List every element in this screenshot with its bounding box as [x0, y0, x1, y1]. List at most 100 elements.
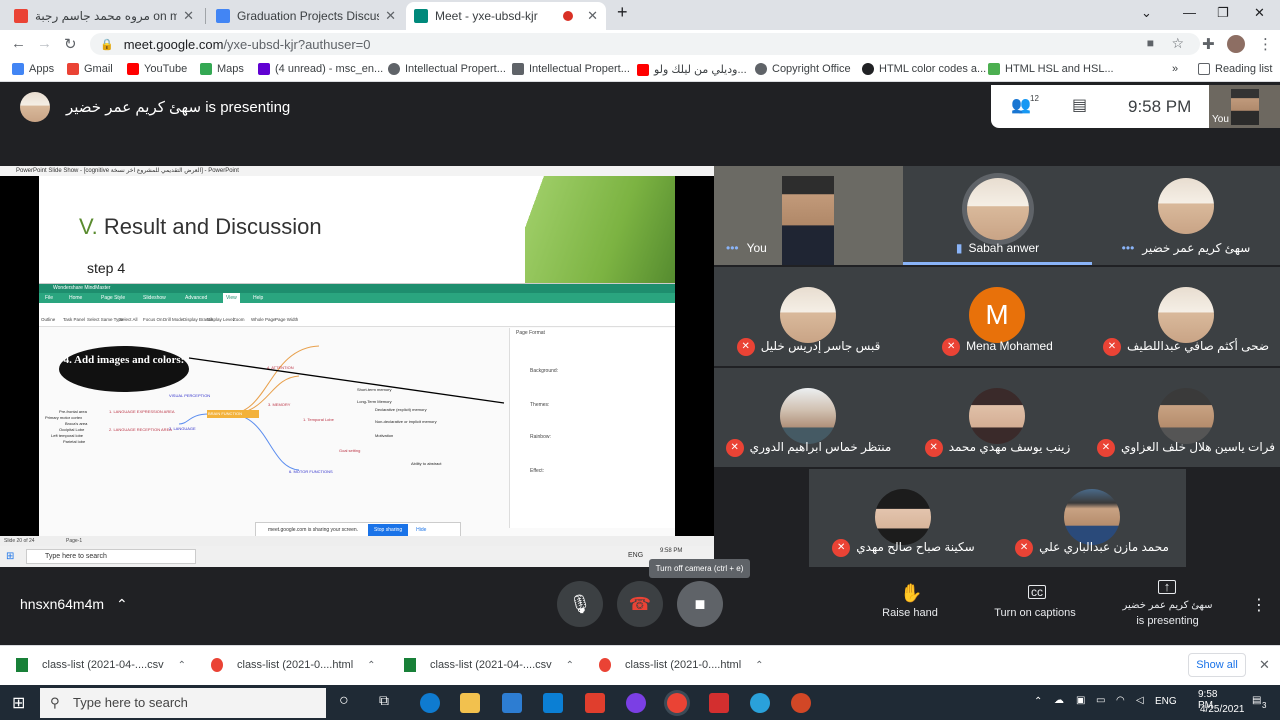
chevron-up-icon[interactable]: ⌃ — [178, 660, 186, 671]
star-icon[interactable]: ☆ — [1171, 35, 1184, 52]
raise-hand-icon[interactable]: ✋ — [900, 583, 922, 604]
download-item[interactable]: class-list (2021-0....html ⌃ — [211, 658, 376, 672]
profile-avatar[interactable] — [1227, 35, 1245, 53]
bookmark-apps[interactable]: Apps — [12, 63, 54, 75]
download-item[interactable]: class-list (2021-04-....csv ⌃ — [404, 658, 574, 672]
bookmark-html-colors[interactable]: HTML color codes a... — [862, 63, 986, 75]
participant-tile[interactable]: ✕ ضحى أكثم صافي عبداللطيف — [1092, 267, 1280, 366]
tab-2[interactable]: Graduation Projects Discussing G ✕ — [208, 2, 404, 30]
chevron-up-icon[interactable]: ⌃ — [116, 596, 128, 612]
tab-3-active[interactable]: Meet - yxe-ubsd-kjr ✕ — [406, 2, 606, 30]
captions-icon[interactable]: cc — [1028, 585, 1046, 599]
participant-tile-sabah[interactable]: ▮ Sabah anwer — [903, 166, 1092, 265]
tab-search-icon[interactable]: ⌄ — [1141, 5, 1152, 21]
mm-node: 3. MEMORY — [268, 402, 291, 407]
maximize-icon[interactable]: ❐ — [1217, 5, 1229, 21]
participant-tile[interactable]: ✕ زينب يوسف مهدي محمد — [903, 368, 1092, 467]
participant-tile-you[interactable]: ••• You — [714, 166, 903, 265]
bookmark-maps[interactable]: Maps — [200, 63, 244, 75]
close-icon[interactable]: ✕ — [183, 8, 194, 24]
camera-button[interactable]: ■ — [677, 581, 723, 627]
camera-icon[interactable]: ■ — [1147, 36, 1154, 50]
menu-icon[interactable]: ⋮ — [1258, 35, 1273, 53]
bookmark-hsl[interactable]: HTML HSL and HSL... — [988, 63, 1114, 75]
store-icon[interactable] — [502, 693, 522, 713]
close-icon[interactable]: ✕ — [385, 8, 396, 24]
close-icon[interactable]: ✕ — [587, 8, 598, 24]
tab-1[interactable]: مروه محمد جاسم رجبة on mented ✕ — [6, 2, 202, 30]
slide-counter: Slide 20 of 24 — [4, 538, 35, 544]
reload-icon[interactable]: ↻ — [64, 35, 77, 53]
microphone-button[interactable]: 🎙 — [557, 581, 603, 627]
bookmark-ip-2[interactable]: Intellectual Propert... — [512, 63, 630, 75]
new-tab-button[interactable]: + — [617, 2, 628, 23]
chevron-up-icon[interactable]: ⌃ — [367, 660, 375, 671]
mm-tool: Task Panel — [63, 317, 86, 322]
extensions-icon[interactable]: ✚ — [1202, 35, 1215, 53]
participant-tile[interactable]: ✕ سكينة صباح صالح مهدي — [809, 469, 998, 567]
browser-tab-strip: مروه محمد جاسم رجبة on mented ✕ Graduati… — [0, 0, 1280, 30]
acrobat-icon[interactable] — [709, 693, 729, 713]
close-icon[interactable]: ✕ — [1259, 657, 1270, 673]
close-window-icon[interactable]: ✕ — [1254, 5, 1265, 21]
participant-name: ✕ محمد مازن عبدالباري علي — [998, 539, 1186, 557]
present-icon[interactable]: ↑ — [1158, 580, 1176, 594]
language-indicator[interactable]: ENG — [1155, 696, 1177, 707]
office-icon[interactable] — [585, 693, 605, 713]
captions-button[interactable]: Turn on captions — [985, 607, 1085, 619]
chat-icon[interactable]: ▤ — [1072, 95, 1087, 115]
clock-date[interactable]: 4/25/2021 — [1200, 704, 1245, 715]
notifications-icon[interactable]: ▤ — [1252, 695, 1261, 706]
bookmark-ip-1[interactable]: Intellectual Propert... — [388, 63, 506, 75]
more-options-icon[interactable]: ⋮ — [1251, 595, 1267, 615]
chrome-icon[interactable] — [667, 693, 687, 713]
bookmarks-more[interactable]: » — [1172, 63, 1178, 75]
bookmark-gmail[interactable]: Gmail — [67, 63, 113, 75]
participant-name-text: ضحى أكثم صافي عبداللطيف — [1126, 339, 1270, 354]
chevron-up-icon[interactable]: ⌃ — [755, 660, 763, 671]
html-icon — [862, 63, 874, 75]
download-item[interactable]: class-list (2021-0....html ⌃ — [599, 658, 764, 672]
presenting-button[interactable]: is presenting — [1110, 615, 1225, 627]
download-name: class-list (2021-04-....csv — [430, 659, 552, 671]
taskbar-search-input[interactable]: ⚲ Type here to search — [40, 688, 326, 718]
viber-icon[interactable] — [626, 693, 646, 713]
hide-button[interactable]: Hide — [416, 527, 426, 533]
participant-tile[interactable]: ✕ قبس جاسر إدريس خليل — [714, 267, 903, 366]
participant-name: ✕ منتظر خماس ابراهيم الدوري — [714, 439, 903, 457]
participant-tile[interactable]: ✕ محمد مازن عبدالباري علي — [998, 469, 1186, 567]
participant-tile[interactable]: ✕ فرات ياسين هلال خلف العزاوي — [1092, 368, 1280, 467]
mail-icon[interactable] — [543, 693, 563, 713]
self-view-tile[interactable]: You — [1209, 85, 1280, 128]
file-explorer-icon[interactable] — [460, 693, 480, 713]
tray-overflow-icon[interactable]: ⌃ — [1034, 696, 1042, 707]
participant-tile[interactable]: ✕ منتظر خماس ابراهيم الدوري — [714, 368, 903, 467]
edge-icon[interactable] — [420, 693, 440, 713]
bookmark-copyright[interactable]: Copyright Office — [755, 63, 851, 75]
url-input[interactable]: 🔒 meet.google.com/yxe-ubsd-kjr?authuser=… — [90, 33, 1200, 55]
download-item[interactable]: class-list (2021-04-....csv ⌃ — [16, 658, 186, 672]
show-all-button[interactable]: Show all — [1188, 653, 1246, 677]
bookmark-youtube-2[interactable]: وديلي من ليلك ولو... — [637, 63, 747, 76]
reading-list[interactable]: Reading list — [1198, 63, 1272, 75]
powerpoint-icon[interactable] — [791, 693, 811, 713]
minimize-icon[interactable]: — — [1183, 5, 1196, 20]
chevron-up-icon[interactable]: ⌃ — [566, 660, 574, 671]
volume-icon[interactable]: ◁ — [1136, 695, 1144, 706]
forward-icon[interactable]: → — [37, 35, 52, 52]
back-icon[interactable]: ← — [11, 35, 26, 52]
telegram-icon[interactable] — [750, 693, 770, 713]
bookmark-yahoo[interactable]: (4 unread) - msc_en... — [258, 63, 383, 75]
stop-sharing-button[interactable]: Stop sharing — [368, 524, 409, 536]
raise-hand-button[interactable]: Raise hand — [870, 607, 950, 619]
participant-tile[interactable]: M ✕ Mena Mohamed — [903, 267, 1092, 366]
cortana-icon[interactable]: ○ — [339, 692, 349, 710]
participant-tile-presenter[interactable]: ••• سهئ كريم عمر خضير — [1092, 166, 1280, 265]
leave-call-button[interactable]: ☎ — [617, 581, 663, 627]
windows-start-icon[interactable]: ⊞ — [12, 693, 25, 713]
bookmark-youtube[interactable]: YouTube — [127, 63, 187, 75]
meeting-code[interactable]: hnsxn64m4m ⌃ — [20, 596, 128, 613]
people-icon[interactable]: 👥 — [1011, 95, 1031, 115]
task-view-icon[interactable]: ⧉ — [379, 692, 389, 709]
presenter-text: سهئ كريم عمر خضير is presenting — [66, 99, 291, 116]
